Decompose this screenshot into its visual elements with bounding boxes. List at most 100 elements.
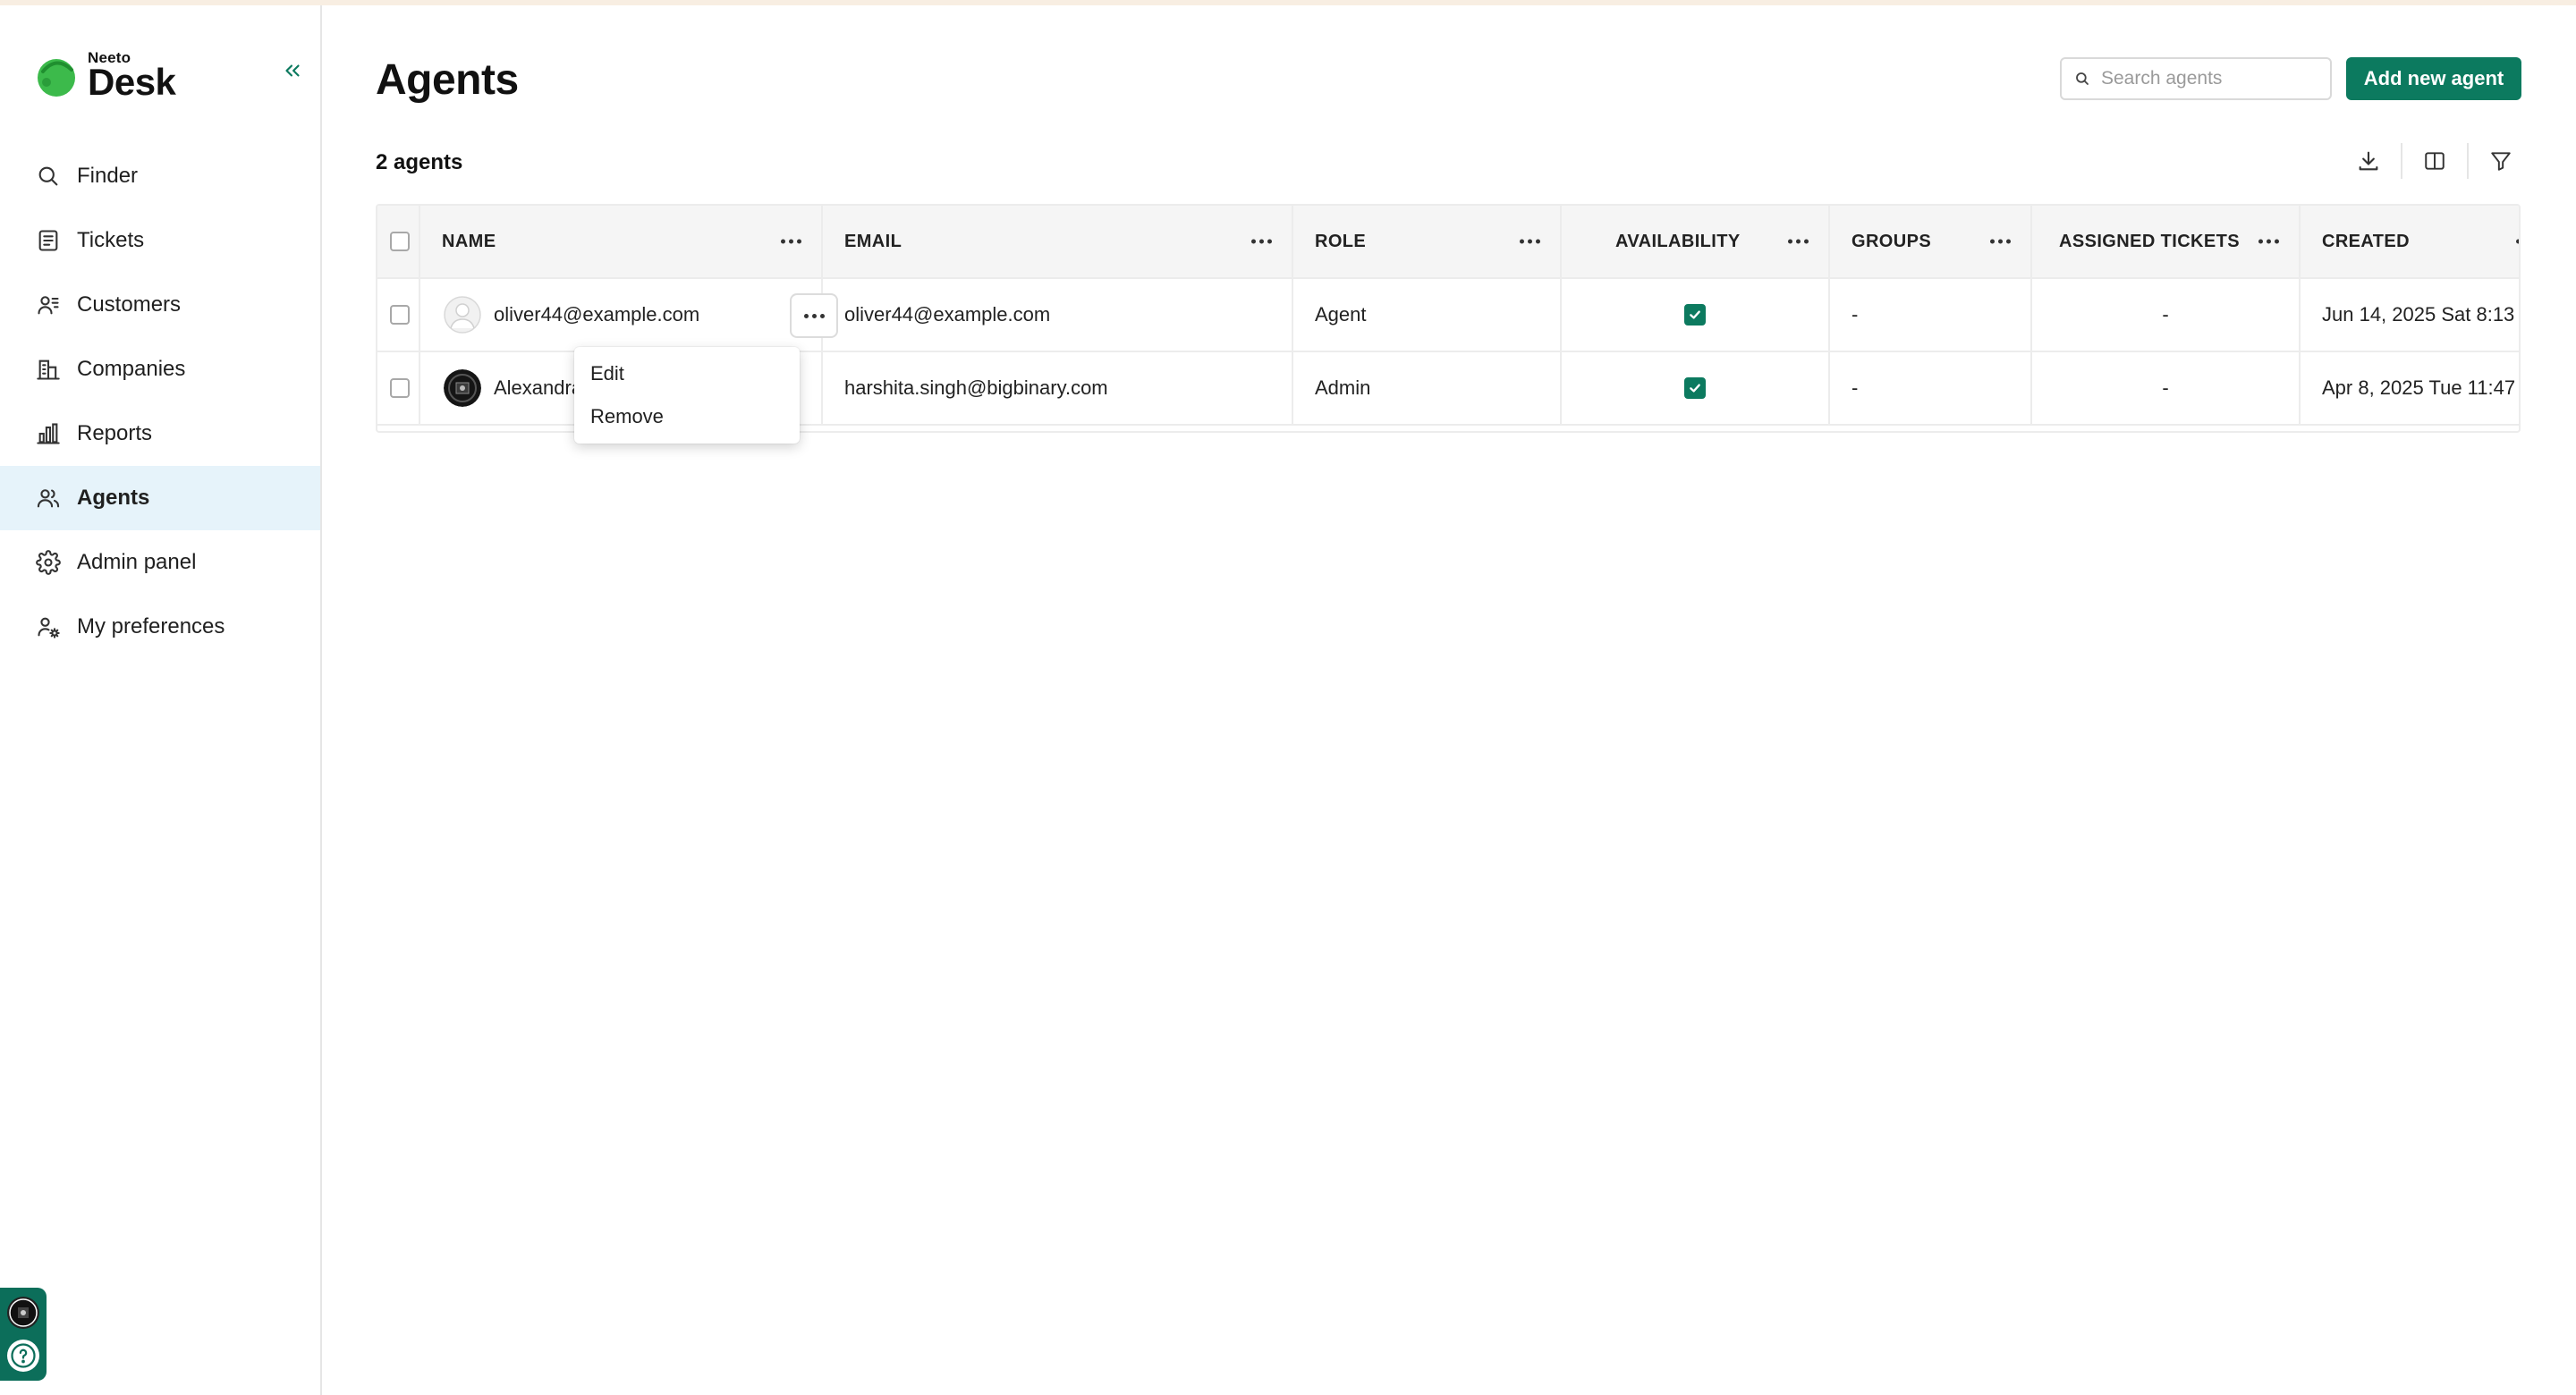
agents-count: 2 agents <box>376 150 463 174</box>
row-checkbox[interactable] <box>390 378 410 398</box>
columns-icon <box>2425 152 2445 170</box>
header-select-cell <box>377 206 420 277</box>
column-label: GROUPS <box>1852 231 1932 251</box>
toolbar-divider <box>2467 143 2469 179</box>
availability-cell <box>1562 352 1830 424</box>
search-icon <box>34 162 63 190</box>
role-cell: Agent <box>1293 279 1562 351</box>
menu-item-remove[interactable]: Remove <box>574 395 800 438</box>
column-menu-icon[interactable] <box>1251 239 1272 244</box>
gear-icon <box>34 548 63 577</box>
search-input[interactable] <box>2101 68 2316 89</box>
column-label: NAME <box>442 231 496 251</box>
column-menu-icon[interactable] <box>1990 239 2011 244</box>
role-cell: Admin <box>1293 352 1562 424</box>
download-button[interactable] <box>2349 141 2388 181</box>
main-content: Agents Add new agent 2 agents NAME <box>324 5 2576 1395</box>
agent-email: harshita.singh@bigbinary.com <box>844 376 1108 399</box>
filter-icon <box>2491 152 2511 171</box>
avatar <box>444 369 481 407</box>
search-icon <box>2076 72 2089 85</box>
check-icon <box>1690 310 1700 319</box>
column-header-name[interactable]: NAME <box>420 206 823 277</box>
download-icon <box>2359 151 2378 171</box>
groups-cell: - <box>1830 279 2032 351</box>
created-cell: Apr 8, 2025 Tue 11:47 AM <box>2301 352 2519 424</box>
column-header-role[interactable]: ROLE <box>1293 206 1562 277</box>
sidebar-item-label: Customers <box>77 292 182 317</box>
sidebar-item-label: Tickets <box>77 228 145 252</box>
neeto-logo-icon <box>34 54 79 98</box>
created-cell: Jun 14, 2025 Sat 8:13 PM <box>2301 279 2519 351</box>
column-header-email[interactable]: EMAIL <box>823 206 1293 277</box>
sidebar-item-customers[interactable]: Customers <box>0 273 320 337</box>
help-button[interactable] <box>7 1340 39 1372</box>
availability-cell <box>1562 279 1830 351</box>
menu-item-edit[interactable]: Edit <box>574 352 800 395</box>
sidebar-item-label: Agents <box>77 486 150 510</box>
name-cell[interactable]: oliver44@example.com <box>420 279 838 351</box>
reports-icon <box>34 419 63 448</box>
column-header-groups[interactable]: GROUPS <box>1830 206 2032 277</box>
table-toolbar <box>2349 141 2521 181</box>
agents-icon <box>34 484 63 512</box>
sidebar-item-agents[interactable]: Agents <box>0 466 320 530</box>
customers-icon <box>34 291 63 319</box>
sidebar-item-label: Companies <box>77 357 186 381</box>
sidebar-item-finder[interactable]: Finder <box>0 144 320 208</box>
sidebar-nav: Finder Tickets Customers Companies Repor… <box>0 144 320 659</box>
agent-assigned-tickets: - <box>2162 303 2169 326</box>
filter-button[interactable] <box>2481 141 2521 181</box>
column-menu-icon[interactable] <box>781 239 801 244</box>
user-avatar-button[interactable] <box>7 1297 39 1329</box>
agent-assigned-tickets: - <box>2162 376 2169 399</box>
column-menu-icon[interactable] <box>2258 239 2279 244</box>
column-label: ROLE <box>1315 231 1367 251</box>
agent-created: Jun 14, 2025 Sat 8:13 PM <box>2322 303 2519 326</box>
column-header-assigned-tickets[interactable]: ASSIGNED TICKETS <box>2032 206 2301 277</box>
avatar <box>444 296 481 334</box>
column-menu-icon[interactable] <box>2516 239 2519 244</box>
page-title: Agents <box>376 56 519 104</box>
search-box[interactable] <box>2060 57 2332 100</box>
columns-button[interactable] <box>2415 141 2454 181</box>
agent-groups: - <box>1852 303 1859 326</box>
toolbar-divider <box>2401 143 2402 179</box>
agent-email: oliver44@example.com <box>844 303 1051 326</box>
add-new-agent-button[interactable]: Add new agent <box>2346 57 2521 100</box>
avatar-icon <box>9 1298 38 1327</box>
brand-big-text: Desk <box>88 61 176 103</box>
row-select-cell <box>377 352 420 424</box>
sidebar: Neeto Desk Finder Tickets Customers Comp… <box>0 5 322 1395</box>
select-all-checkbox[interactable] <box>390 232 410 251</box>
sidebar-item-label: Admin panel <box>77 550 197 574</box>
help-icon <box>11 1343 36 1368</box>
user-settings-icon <box>34 613 63 641</box>
brand-logo[interactable]: Neeto Desk <box>34 50 176 103</box>
sidebar-item-admin-panel[interactable]: Admin panel <box>0 530 320 595</box>
column-header-created[interactable]: CREATED <box>2301 206 2519 277</box>
table-row[interactable]: oliver44@example.com oliver44@example.co… <box>377 279 2519 352</box>
column-header-availability[interactable]: AVAILABILITY <box>1562 206 1830 277</box>
check-icon <box>1690 384 1700 393</box>
sidebar-item-tickets[interactable]: Tickets <box>0 208 320 273</box>
companies-icon <box>34 355 63 384</box>
sidebar-item-label: Reports <box>77 421 153 445</box>
availability-checkbox[interactable] <box>1684 304 1706 326</box>
assigned-tickets-cell: - <box>2032 352 2301 424</box>
column-label: CREATED <box>2322 231 2410 251</box>
column-menu-icon[interactable] <box>1520 239 1540 244</box>
agent-name: oliver44@example.com <box>494 303 700 326</box>
availability-checkbox[interactable] <box>1684 377 1706 399</box>
agent-created: Apr 8, 2025 Tue 11:47 AM <box>2322 376 2519 399</box>
chevrons-left-icon <box>285 64 300 77</box>
row-checkbox[interactable] <box>390 305 410 325</box>
agent-name: Alexandra <box>494 376 583 399</box>
sidebar-item-reports[interactable]: Reports <box>0 402 320 466</box>
column-menu-icon[interactable] <box>1788 239 1809 244</box>
email-cell: harshita.singh@bigbinary.com <box>823 352 1293 424</box>
collapse-sidebar-button[interactable] <box>279 57 306 84</box>
row-select-cell <box>377 279 420 351</box>
sidebar-item-companies[interactable]: Companies <box>0 337 320 402</box>
sidebar-item-my-preferences[interactable]: My preferences <box>0 595 320 659</box>
